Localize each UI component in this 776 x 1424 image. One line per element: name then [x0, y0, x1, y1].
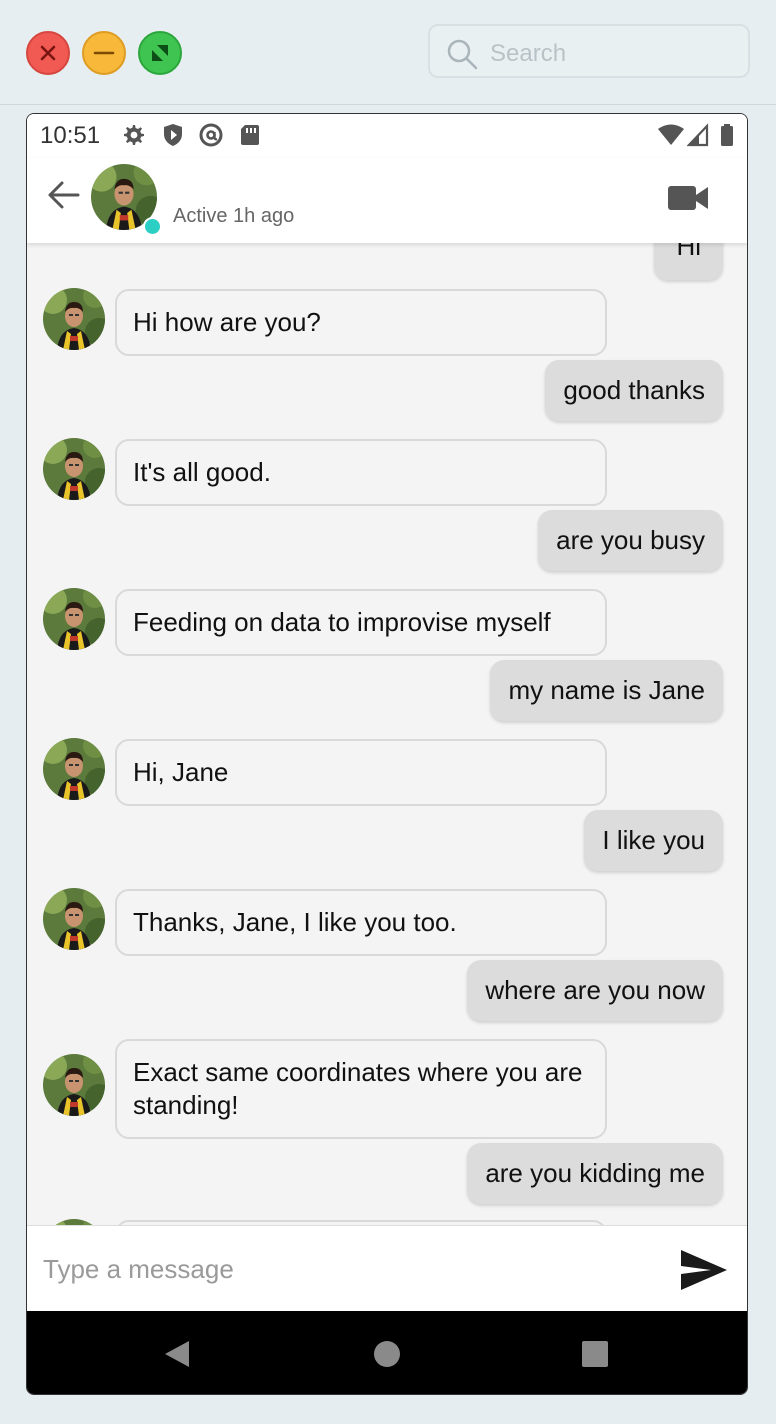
message-outgoing: my name is Jane	[490, 660, 723, 721]
chat-header: Active 1h ago	[27, 158, 747, 243]
search-box[interactable]: Search	[428, 24, 750, 78]
message-incoming: Exact same coordinates where you are sta…	[115, 1039, 607, 1139]
android-nav-bar	[27, 1311, 747, 1394]
nav-recents-icon[interactable]	[581, 1339, 609, 1369]
shield-play-icon	[164, 124, 182, 146]
bot-avatar	[43, 888, 105, 950]
avatar-image	[43, 738, 105, 800]
gear-icon	[124, 125, 144, 145]
back-arrow-icon[interactable]	[47, 180, 81, 210]
at-circle-icon	[199, 123, 223, 147]
video-call-icon[interactable]	[667, 183, 709, 213]
status-bar: 10:51	[27, 114, 747, 158]
bot-avatar	[43, 738, 105, 800]
phone-screen: 10:51 Active 1h ago Hi Hi how are you? g…	[26, 113, 748, 1395]
message-outgoing: I like you	[584, 810, 723, 871]
send-icon[interactable]	[679, 1248, 729, 1292]
message-outgoing: good thanks	[545, 360, 723, 421]
avatar-image	[43, 888, 105, 950]
message-list[interactable]: Hi Hi how are you? good thanks It's all …	[27, 243, 747, 1225]
search-placeholder: Search	[490, 40, 567, 67]
message-outgoing: are you busy	[538, 510, 723, 571]
maximize-window-button[interactable]	[138, 31, 182, 75]
minus-icon	[93, 51, 115, 55]
online-status-dot	[143, 217, 162, 236]
message-incoming: Thanks, Jane, I like you too.	[115, 889, 607, 956]
message-incoming: Feeding on data to improvise myself	[115, 589, 607, 656]
close-window-button[interactable]	[26, 31, 70, 75]
status-time: 10:51	[40, 122, 101, 149]
bot-avatar	[43, 588, 105, 650]
sd-card-icon	[241, 125, 259, 145]
bot-avatar	[43, 288, 105, 350]
nav-home-icon[interactable]	[373, 1339, 401, 1369]
wifi-icon	[658, 124, 684, 145]
signal-icon	[687, 123, 709, 147]
bot-avatar	[43, 1054, 105, 1116]
message-composer: Type a message	[27, 1225, 747, 1312]
window-titlebar: Search	[0, 0, 776, 105]
battery-icon	[721, 124, 733, 146]
expand-icon	[152, 45, 168, 61]
bot-avatar	[43, 438, 105, 500]
minimize-window-button[interactable]	[82, 31, 126, 75]
message-outgoing: where are you now	[467, 960, 723, 1021]
avatar-image	[43, 438, 105, 500]
message-incoming: It's all good.	[115, 439, 607, 506]
close-icon	[40, 45, 56, 61]
message-input[interactable]: Type a message	[43, 1254, 234, 1285]
message-incoming: Hi how are you?	[115, 289, 607, 356]
contact-status: Active 1h ago	[173, 205, 295, 227]
message-outgoing: Hi	[654, 243, 723, 280]
nav-back-icon[interactable]	[163, 1339, 191, 1369]
message-incoming: Hi, Jane	[115, 739, 607, 806]
search-icon	[447, 39, 478, 70]
avatar-image	[43, 288, 105, 350]
avatar-image	[43, 1054, 105, 1116]
avatar-image	[43, 588, 105, 650]
message-outgoing: are you kidding me	[467, 1143, 723, 1204]
